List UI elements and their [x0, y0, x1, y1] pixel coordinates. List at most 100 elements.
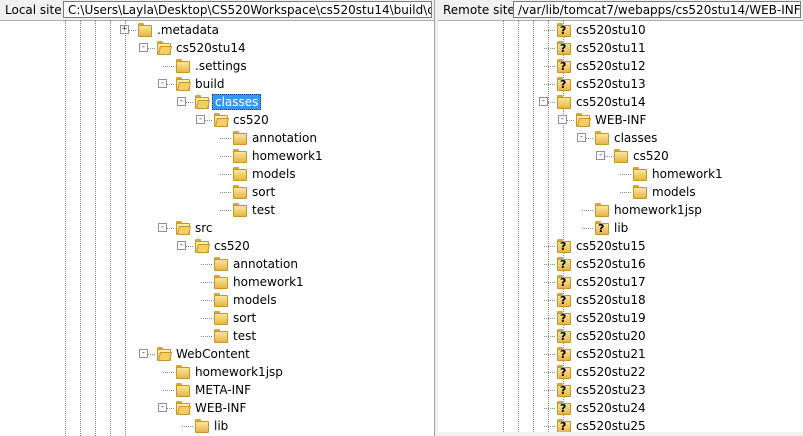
collapse-icon[interactable]: - [577, 133, 586, 142]
tree-node-label[interactable]: sort [231, 310, 258, 326]
tree-node-label[interactable]: homework1jsp [612, 202, 704, 218]
tree-node-label[interactable]: cs520stu22 [574, 364, 648, 380]
tree-node[interactable]: models [438, 183, 803, 201]
tree-node[interactable]: - cs520stu14 [438, 93, 803, 111]
tree-node-label[interactable]: cs520stu14 [174, 40, 248, 56]
tree-node[interactable]: homework1jsp [438, 201, 803, 219]
tree-node-label[interactable]: cs520stu24 [574, 400, 648, 416]
tree-node[interactable]: - WebContent [0, 345, 434, 363]
tree-node-label[interactable]: cs520stu21 [574, 346, 648, 362]
tree-node-label[interactable]: annotation [250, 130, 319, 146]
tree-node-label[interactable]: homework1 [250, 148, 325, 164]
tree-node-label[interactable]: cs520stu10 [574, 22, 648, 38]
tree-node[interactable]: ? cs520stu25 [438, 417, 803, 432]
tree-node[interactable]: - classes [438, 129, 803, 147]
tree-node[interactable]: ? cs520stu13 [438, 75, 803, 93]
tree-node-label[interactable]: WEB-INF [593, 112, 648, 128]
tree-node-label[interactable]: annotation [231, 256, 300, 272]
collapse-icon[interactable]: - [158, 79, 167, 88]
tree-node-label[interactable]: cs520stu17 [574, 274, 648, 290]
tree-node-label[interactable]: cs520stu11 [574, 40, 648, 56]
tree-node-label[interactable]: models [250, 166, 298, 182]
tree-node[interactable]: - cs520stu14 [0, 39, 434, 57]
tree-node[interactable]: ? cs520stu24 [438, 399, 803, 417]
tree-node-label[interactable]: lib [612, 220, 630, 236]
tree-node-label[interactable]: homework1 [231, 274, 306, 290]
tree-node[interactable]: - src [0, 219, 434, 237]
tree-node[interactable]: test [0, 327, 434, 345]
tree-node-label[interactable]: models [231, 292, 279, 308]
tree-node-label[interactable]: models [650, 184, 698, 200]
tree-node[interactable]: - cs520 [0, 237, 434, 255]
tree-node[interactable]: test [0, 201, 434, 219]
tree-node-label[interactable]: WebContent [174, 346, 252, 362]
tree-node[interactable]: - WEB-INF [438, 111, 803, 129]
tree-node-label[interactable]: homework1jsp [193, 364, 285, 380]
tree-node[interactable]: ? cs520stu11 [438, 39, 803, 57]
tree-node-label[interactable]: cs520stu13 [574, 76, 648, 92]
remote-site-path-input[interactable]: /var/lib/tomcat7/webapps/cs520stu14/WEB-… [513, 1, 801, 18]
tree-node[interactable]: ? cs520stu23 [438, 381, 803, 399]
tree-node-label[interactable]: cs520stu23 [574, 382, 648, 398]
tree-node[interactable]: homework1 [438, 165, 803, 183]
collapse-icon[interactable]: - [177, 241, 186, 250]
tree-node[interactable]: META-INF [0, 381, 434, 399]
tree-node-label[interactable]: cs520stu19 [574, 310, 648, 326]
tree-node[interactable]: ? cs520stu20 [438, 327, 803, 345]
expand-icon[interactable]: + [120, 25, 129, 34]
tree-node-label[interactable]: .metadata [155, 22, 221, 38]
tree-node-label[interactable]: classes [212, 94, 262, 110]
tree-node[interactable]: annotation [0, 255, 434, 273]
tree-node-label[interactable]: cs520 [231, 112, 271, 128]
tree-node-label[interactable]: sort [250, 184, 277, 200]
remote-directory-tree[interactable]: ? cs520stu10? cs520stu11? cs520stu12? cs520s… [438, 20, 803, 432]
tree-node[interactable]: lib [0, 417, 434, 435]
tree-node-label[interactable]: cs520stu16 [574, 256, 648, 272]
tree-node-label[interactable]: cs520stu25 [574, 418, 648, 432]
tree-node-label[interactable]: cs520 [631, 148, 671, 164]
tree-node-label[interactable]: cs520stu15 [574, 238, 648, 254]
tree-node[interactable]: models [0, 291, 434, 309]
tree-node[interactable]: ? cs520stu16 [438, 255, 803, 273]
tree-node[interactable]: ? cs520stu19 [438, 309, 803, 327]
tree-node-label[interactable]: cs520stu14 [574, 94, 648, 110]
tree-node[interactable]: ? cs520stu12 [438, 57, 803, 75]
collapse-icon[interactable]: - [596, 151, 605, 160]
tree-node-label[interactable]: .settings [193, 58, 249, 74]
tree-node[interactable]: sort [0, 183, 434, 201]
tree-node[interactable]: ? cs520stu22 [438, 363, 803, 381]
tree-node[interactable]: ? cs520stu21 [438, 345, 803, 363]
tree-node-label[interactable]: build [193, 76, 227, 92]
collapse-icon[interactable]: - [139, 349, 148, 358]
tree-node-label[interactable]: lib [212, 418, 230, 434]
collapse-icon[interactable]: - [139, 43, 148, 52]
tree-node[interactable]: - build [0, 75, 434, 93]
tree-node-label[interactable]: src [193, 220, 215, 236]
collapse-icon[interactable]: - [558, 115, 567, 124]
tree-node-label[interactable]: cs520stu18 [574, 292, 648, 308]
tree-node[interactable]: ? cs520stu17 [438, 273, 803, 291]
collapse-icon[interactable]: - [158, 223, 167, 232]
tree-node[interactable]: homework1 [0, 273, 434, 291]
tree-node[interactable]: - WEB-INF [0, 399, 434, 417]
tree-node-label[interactable]: WEB-INF [193, 400, 248, 416]
collapse-icon[interactable]: - [196, 115, 205, 124]
collapse-icon[interactable]: - [158, 403, 167, 412]
tree-node-label[interactable]: cs520stu20 [574, 328, 648, 344]
tree-node[interactable]: - classes [0, 93, 434, 111]
collapse-icon[interactable]: - [177, 97, 186, 106]
tree-node[interactable]: ? cs520stu10 [438, 21, 803, 39]
tree-node[interactable]: + .metadata [0, 21, 434, 39]
tree-node[interactable]: .settings [0, 57, 434, 75]
tree-node[interactable]: models [0, 165, 434, 183]
local-directory-tree[interactable]: + .metadata - cs520stu14 .settings - build - cla… [0, 20, 434, 436]
tree-node[interactable]: homework1 [0, 147, 434, 165]
tree-node-label[interactable]: test [250, 202, 277, 218]
tree-node[interactable]: - cs520 [0, 111, 434, 129]
tree-node[interactable]: ? cs520stu18 [438, 291, 803, 309]
tree-node-label[interactable]: test [231, 328, 258, 344]
tree-node-label[interactable]: classes [612, 130, 659, 146]
tree-node-label[interactable]: cs520 [212, 238, 252, 254]
tree-node[interactable]: annotation [0, 129, 434, 147]
tree-node-label[interactable]: homework1 [650, 166, 725, 182]
